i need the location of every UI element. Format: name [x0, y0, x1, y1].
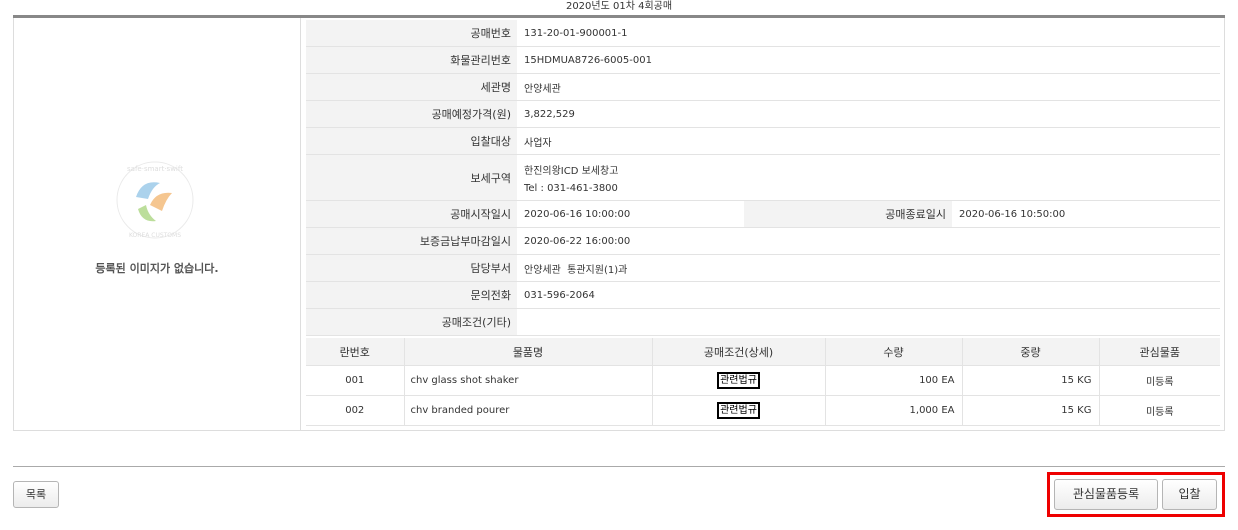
page-title: 2020년도 01차 4회공매: [565, 1, 673, 12]
related-law-button[interactable]: 관련법규: [717, 402, 760, 419]
row-no: 001: [306, 365, 405, 396]
items-header-row: 란번호 물품명 공매조건(상세) 수량 중량 관심물품: [306, 338, 1220, 366]
items-table: 란번호 물품명 공매조건(상세) 수량 중량 관심물품 001 chv glas…: [306, 338, 1220, 426]
korea-customs-service-logo-icon: safe·smart·swift KOREA CUSTOMS: [116, 161, 194, 239]
related-law-button[interactable]: 관련법규: [717, 372, 760, 389]
end-time-label: 공매종료일시: [744, 200, 952, 228]
department-label: 담당부서: [306, 254, 517, 282]
row-qty: 1,000 EA: [825, 395, 963, 426]
customs-label: 세관명: [306, 73, 517, 101]
col-header-qty: 수량: [825, 338, 963, 366]
row-condition: 관련법규: [652, 395, 826, 426]
bidder-label: 입찰대상: [306, 127, 517, 155]
deposit-deadline-value: 2020-06-22 16:00:00: [517, 227, 1221, 255]
deposit-deadline-label: 보증금납부마감일시: [306, 227, 517, 255]
row-condition: 관련법규: [652, 365, 826, 396]
start-time-value: 2020-06-16 10:00:00: [517, 200, 744, 228]
department-value: 안양세관 통관지원(1)과: [517, 254, 1221, 282]
row-weight: 15 KG: [962, 365, 1100, 396]
auction-info-table: 공매번호 131-20-01-900001-1 화물관리번호 15HDMUA87…: [306, 20, 1221, 336]
col-header-no: 란번호: [306, 338, 405, 366]
auction-no-value: 131-20-01-900001-1: [517, 20, 1221, 47]
start-time-label: 공매시작일시: [306, 200, 517, 228]
list-button[interactable]: 목록: [13, 481, 59, 508]
bonded-area-value: 한진의왕ICD 보세창고 Tel : 031-461-3800: [517, 154, 1221, 201]
table-row: 001 chv glass shot shaker 관련법규 100 EA 15…: [306, 365, 1220, 396]
cargo-no-value: 15HDMUA8726-6005-001: [517, 46, 1221, 74]
customs-value: 안양세관: [517, 73, 1221, 101]
row-item-name: chv branded pourer: [404, 395, 653, 426]
col-header-watch: 관심물품: [1099, 338, 1220, 366]
cargo-no-label: 화물관리번호: [306, 46, 517, 74]
price-label: 공매예정가격(원): [306, 100, 517, 128]
col-header-weight: 중량: [962, 338, 1100, 366]
svg-text:safe·smart·swift: safe·smart·swift: [127, 165, 183, 173]
bottom-divider: [13, 466, 1225, 467]
image-pane: safe·smart·swift KOREA CUSTOMS 등록된 이미지가 …: [14, 18, 301, 430]
price-value: 3,822,529: [517, 100, 1221, 128]
row-no: 002: [306, 395, 405, 426]
row-weight: 15 KG: [962, 395, 1100, 426]
auction-detail-panel: safe·smart·swift KOREA CUSTOMS 등록된 이미지가 …: [13, 18, 1225, 431]
auction-no-label: 공매번호: [306, 20, 517, 47]
bid-button[interactable]: 입찰: [1162, 479, 1217, 510]
phone-label: 문의전화: [306, 281, 517, 309]
row-watch-status: 미등록: [1099, 395, 1220, 426]
no-image-text: 등록된 이미지가 없습니다.: [95, 262, 219, 275]
condition-etc-value: [517, 308, 1221, 336]
row-watch-status: 미등록: [1099, 365, 1220, 396]
row-qty: 100 EA: [825, 365, 963, 396]
svg-text:KOREA CUSTOMS: KOREA CUSTOMS: [129, 232, 181, 239]
bidder-value: 사업자: [517, 127, 1221, 155]
col-header-condition: 공매조건(상세): [652, 338, 826, 366]
condition-etc-label: 공매조건(기타): [306, 308, 517, 336]
bonded-area-tel: Tel : 031-461-3800: [524, 182, 618, 194]
register-watch-item-button[interactable]: 관심물품등록: [1054, 479, 1158, 510]
col-header-name: 물품명: [404, 338, 653, 366]
bonded-area-label: 보세구역: [306, 154, 517, 201]
bonded-area-name: 한진의왕ICD 보세창고: [524, 165, 619, 177]
row-item-name: chv glass shot shaker: [404, 365, 653, 396]
table-row: 002 chv branded pourer 관련법규 1,000 EA 15 …: [306, 395, 1220, 426]
end-time-value: 2020-06-16 10:50:00: [952, 200, 1221, 228]
phone-value: 031-596-2064: [517, 281, 1221, 309]
